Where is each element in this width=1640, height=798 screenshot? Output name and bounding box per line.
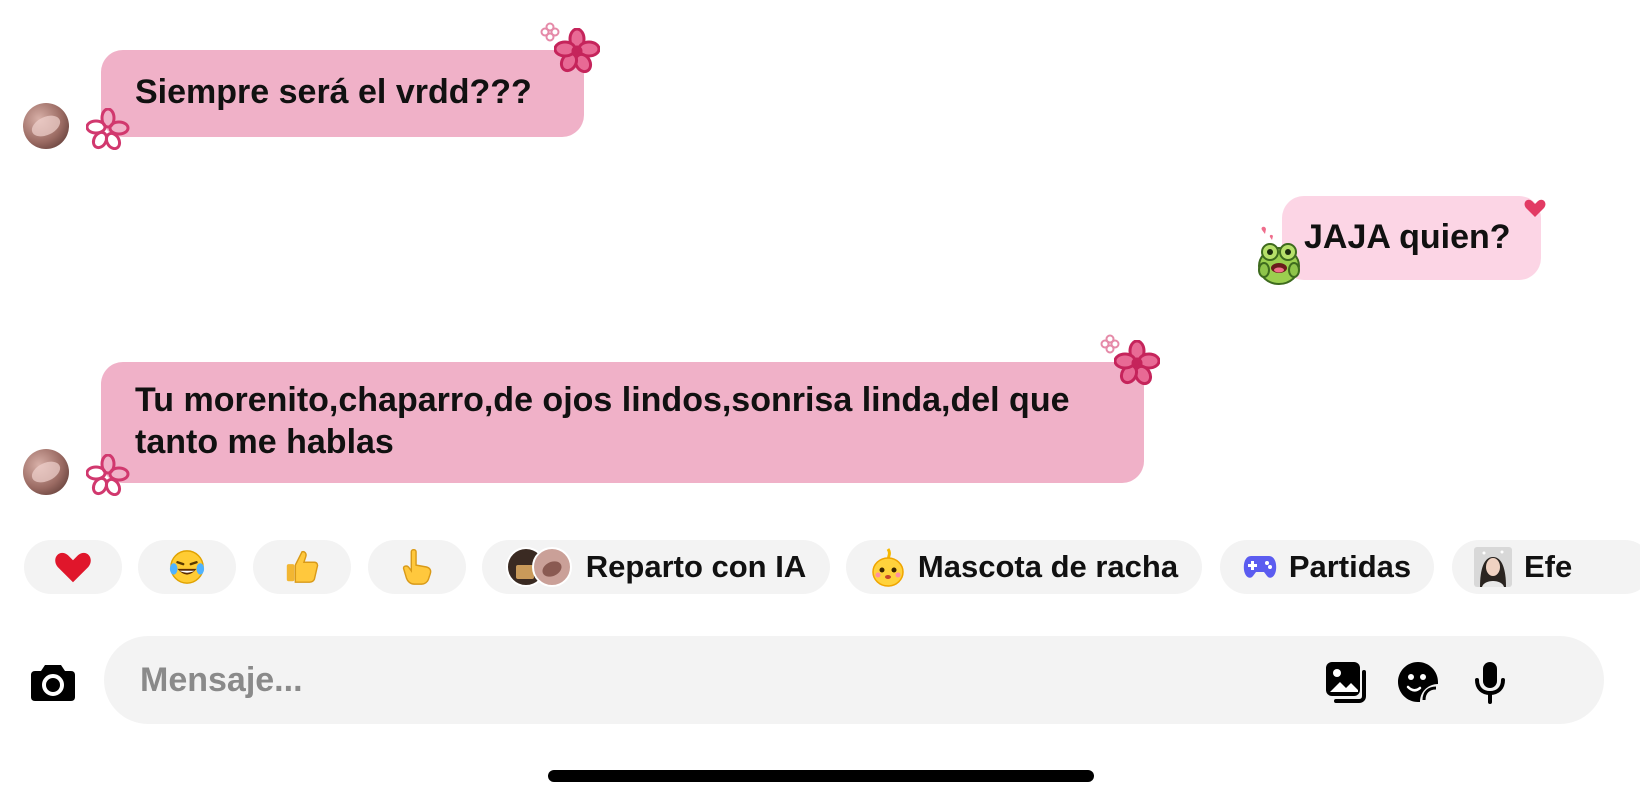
message-text: Siempre será el vrdd??? — [135, 73, 532, 111]
quick-reply-ai-cast[interactable]: Reparto con IA — [482, 540, 830, 594]
camera-icon[interactable] — [30, 662, 76, 702]
outgoing-message-bubble[interactable]: JAJA quien? — [1282, 196, 1541, 280]
chip-label: Reparto con IA — [585, 549, 807, 584]
chip-label: Mascota de racha — [917, 549, 1179, 584]
flower-decoration-icon — [1114, 340, 1160, 386]
quick-reply-effects[interactable]: Efe — [1452, 540, 1640, 594]
gallery-icon[interactable] — [1324, 660, 1368, 704]
sticker-icon[interactable] — [1396, 660, 1440, 704]
small-flower-decoration-icon — [1100, 334, 1120, 354]
quick-reply-streak-mascot[interactable]: Mascota de racha — [846, 540, 1202, 594]
laughing-tears-emoji-icon — [169, 550, 205, 584]
effects-avatar-icon — [1474, 547, 1512, 587]
microphone-icon[interactable] — [1468, 660, 1512, 704]
heart-decoration-icon — [1524, 199, 1546, 217]
quick-reply-heart[interactable] — [24, 540, 122, 594]
home-indicator[interactable] — [548, 770, 1094, 782]
contact-avatar[interactable] — [23, 449, 69, 495]
message-input-placeholder: Mensaje... — [140, 661, 303, 699]
flower-decoration-icon — [554, 28, 600, 74]
quick-reply-pointing[interactable] — [368, 540, 466, 594]
quick-reply-thumbs-up[interactable] — [253, 540, 351, 594]
small-flower-decoration-icon — [540, 22, 560, 42]
chip-label: Partidas — [1288, 549, 1412, 584]
incoming-message-bubble[interactable]: Tu morenito,chaparro,de ojos lindos,sonr… — [101, 362, 1144, 483]
message-input[interactable]: Mensaje... — [104, 636, 1604, 724]
chip-label: Efe — [1524, 549, 1573, 584]
flower-decoration-icon — [86, 108, 130, 150]
message-text: JAJA quien? — [1304, 218, 1511, 256]
heart-emoji-icon — [55, 552, 91, 583]
message-text: Tu morenito,chaparro,de ojos lindos,sonr… — [135, 381, 1070, 461]
thumbs-up-emoji-icon — [286, 550, 319, 583]
contact-avatar[interactable] — [23, 103, 69, 149]
flower-decoration-icon — [86, 454, 130, 496]
quick-reply-games[interactable]: Partidas — [1220, 540, 1434, 594]
quick-replies-bar: Reparto con IA Mascota de racha Partidas… — [24, 540, 1640, 594]
pointing-up-emoji-icon — [402, 548, 432, 585]
incoming-message-bubble[interactable]: Siempre será el vrdd??? — [101, 50, 584, 137]
frog-sticker-icon — [1258, 226, 1300, 285]
gamepad-icon — [1243, 552, 1277, 582]
quick-reply-laughing[interactable] — [138, 540, 236, 594]
streak-mascot-icon — [870, 547, 906, 587]
ai-cast-avatars-icon — [505, 547, 574, 587]
